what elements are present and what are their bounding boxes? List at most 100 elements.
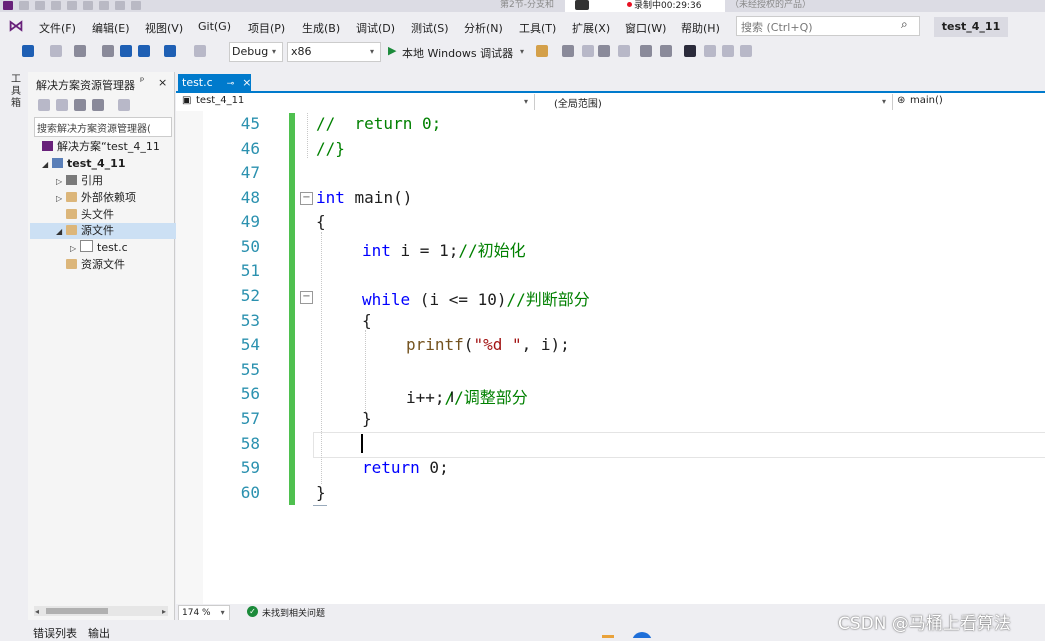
- menu-edit[interactable]: 编辑(E): [92, 20, 130, 36]
- menu-test[interactable]: 测试(S): [411, 20, 449, 36]
- back-icon[interactable]: [22, 45, 34, 57]
- chevron-down-icon: ▾: [520, 47, 525, 56]
- prev-bookmark-icon[interactable]: [704, 45, 716, 57]
- search-icon[interactable]: ⌕: [901, 17, 908, 32]
- scrollbar-thumb[interactable]: [46, 608, 108, 614]
- browse-icon[interactable]: [536, 45, 548, 57]
- copy-icon[interactable]: [67, 1, 77, 10]
- tree-item-solution[interactable]: 解决方案“test_4_11: [30, 139, 184, 155]
- save-icon[interactable]: [120, 45, 132, 57]
- tab-pin-icon[interactable]: ⊸: [227, 79, 235, 89]
- quick-access-icons: [0, 0, 190, 12]
- menu-help[interactable]: 帮助(H): [681, 20, 720, 36]
- line-number: 54: [240, 335, 260, 354]
- expand-icon[interactable]: ▷: [70, 241, 80, 257]
- collapse-icon[interactable]: −: [300, 192, 313, 205]
- chevron-down-icon: ▾: [524, 97, 529, 106]
- cut-icon[interactable]: [83, 1, 93, 10]
- tab-test-c[interactable]: test.c ⊸ ×: [178, 74, 251, 92]
- nav-project-dropdown[interactable]: test_4_11: [196, 95, 244, 106]
- menu-debug[interactable]: 调试(D): [356, 20, 395, 36]
- line-number: 58: [240, 434, 260, 453]
- scroll-right-icon[interactable]: ▸: [162, 607, 166, 616]
- nav-member-dropdown[interactable]: main(): [910, 95, 943, 106]
- line-number: 48: [240, 188, 260, 207]
- tab-output[interactable]: 输出: [88, 625, 110, 641]
- issues-status[interactable]: 未找到相关问题: [262, 606, 325, 619]
- start-debugging-icon[interactable]: ▶: [388, 44, 396, 57]
- uncomment-icon[interactable]: [660, 45, 672, 57]
- current-line-highlight: [313, 432, 1045, 458]
- tree-item-project[interactable]: ◢ test_4_11: [30, 156, 184, 172]
- project-icon: [52, 158, 63, 168]
- menu-git[interactable]: Git(G): [198, 20, 231, 33]
- scroll-left-icon[interactable]: ◂: [35, 607, 39, 616]
- undo-icon[interactable]: [164, 45, 176, 57]
- expand-icon[interactable]: ◢: [42, 157, 52, 173]
- redo-icon[interactable]: [194, 45, 206, 57]
- se-back-icon[interactable]: [38, 99, 50, 111]
- line-number: 53: [240, 311, 260, 330]
- tree-item-label: 资源文件: [81, 258, 125, 271]
- keyword: return: [362, 458, 420, 477]
- line-number: 49: [240, 212, 260, 231]
- keyword: int: [362, 241, 391, 260]
- print-icon[interactable]: [51, 1, 61, 10]
- toolbox-tab[interactable]: 工具箱: [11, 74, 23, 110]
- close-icon[interactable]: ×: [158, 76, 167, 89]
- expand-icon[interactable]: ▷: [56, 191, 66, 207]
- clear-bookmarks-icon[interactable]: [740, 45, 752, 57]
- menu-build[interactable]: 生成(B): [302, 20, 340, 36]
- pin-icon[interactable]: ᵖ: [140, 76, 144, 87]
- menu-file[interactable]: 文件(F): [39, 20, 76, 36]
- tab-error-list[interactable]: 错误列表: [33, 625, 77, 641]
- new-project-icon[interactable]: [74, 45, 86, 57]
- tree-item-label: 头文件: [81, 208, 114, 221]
- visual-studio-logo-icon: ⋈: [8, 16, 24, 35]
- step-icon[interactable]: [582, 45, 594, 57]
- se-filter-icon[interactable]: [118, 99, 130, 111]
- save-all-icon[interactable]: [138, 45, 150, 57]
- comment-icon[interactable]: [640, 45, 652, 57]
- format-icon[interactable]: [598, 45, 610, 57]
- open-icon[interactable]: [19, 1, 29, 10]
- se-home-icon[interactable]: [74, 99, 86, 111]
- bookmark-icon[interactable]: [684, 45, 696, 57]
- save-icon[interactable]: [35, 1, 45, 10]
- redo-icon[interactable]: [115, 1, 125, 10]
- code-editor[interactable]: [176, 111, 1045, 604]
- tree-item-references[interactable]: ▷ 引用: [30, 173, 198, 189]
- references-icon: [66, 175, 77, 185]
- menu-project[interactable]: 项目(P): [248, 20, 285, 36]
- tree-item-external-deps[interactable]: ▷ 外部依赖项: [30, 190, 198, 206]
- menu-analyze[interactable]: 分析(N): [464, 20, 503, 36]
- start-debugging-button[interactable]: 本地 Windows 调试器: [402, 45, 513, 61]
- open-file-icon[interactable]: [102, 45, 114, 57]
- undo-icon[interactable]: [99, 1, 109, 10]
- zoom-dropdown[interactable]: 174 % ▾: [178, 605, 230, 621]
- expand-icon[interactable]: ◢: [56, 224, 66, 240]
- tree-item-source-files[interactable]: ◢ 源文件: [30, 223, 198, 239]
- nav-scope-dropdown[interactable]: (全局范围): [554, 95, 602, 110]
- tab-close-icon[interactable]: ×: [242, 76, 251, 89]
- menu-extensions[interactable]: 扩展(X): [572, 20, 610, 36]
- line-number: 47: [240, 163, 260, 182]
- screenshot-icon[interactable]: [562, 45, 574, 57]
- user-icon[interactable]: [131, 1, 141, 10]
- code-text: i = 1;: [390, 241, 459, 260]
- next-bookmark-icon[interactable]: [722, 45, 734, 57]
- code-line-50: int i = 1;//初始化: [362, 237, 526, 261]
- menu-window[interactable]: 窗口(W): [625, 20, 666, 36]
- tree-item-label: test_4_11: [67, 157, 126, 170]
- expand-icon[interactable]: ▷: [56, 174, 66, 190]
- check-circle-icon: ✓: [247, 606, 258, 617]
- string-literal: "%d ": [473, 335, 522, 354]
- menu-view[interactable]: 视图(V): [145, 20, 183, 36]
- se-switch-view-icon[interactable]: [92, 99, 104, 111]
- se-forward-icon[interactable]: [56, 99, 68, 111]
- menu-tools[interactable]: 工具(T): [519, 20, 556, 36]
- outdent-icon[interactable]: [618, 45, 630, 57]
- forward-icon[interactable]: [50, 45, 62, 57]
- collapse-icon[interactable]: −: [300, 291, 313, 304]
- code-text: i++;: [406, 388, 445, 407]
